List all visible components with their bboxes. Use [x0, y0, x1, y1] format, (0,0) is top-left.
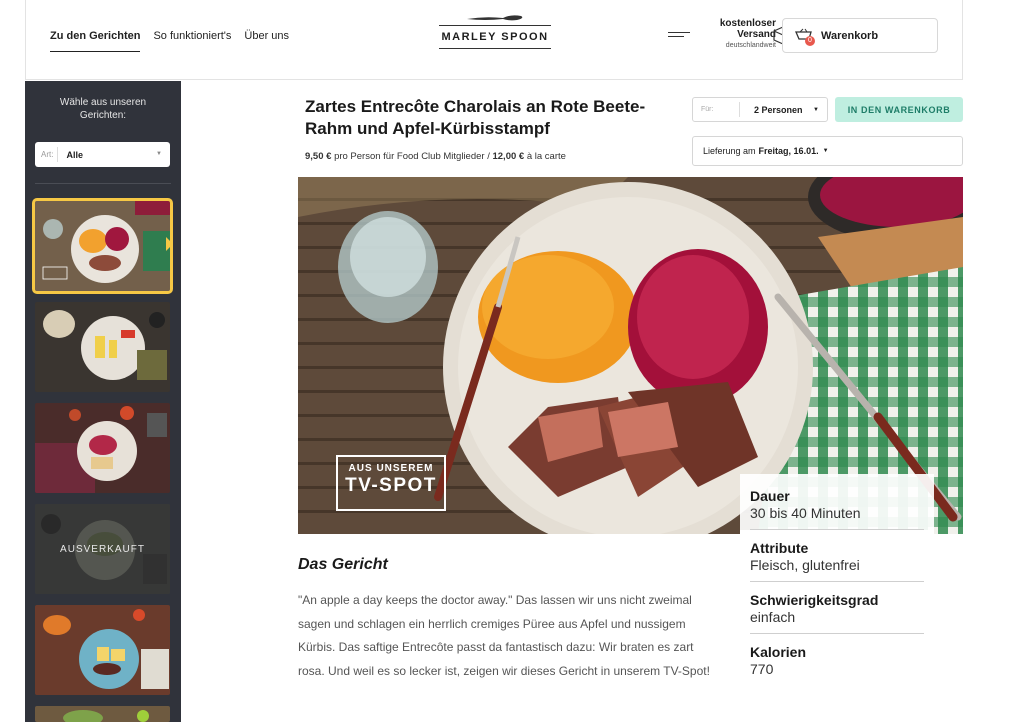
fact-value: einfach [750, 609, 924, 634]
tv-spot-line-1: AUS UNSEREM [348, 463, 434, 474]
free-shipping-badge: kostenloser Versand deutschlandweit [666, 18, 793, 51]
fact-key: Kalorien [750, 644, 807, 660]
recipe-thumb-4[interactable]: AUSVERKAUFT [35, 504, 170, 594]
recipe-facts: Dauer 30 bis 40 Minuten Attribute Fleisc… [740, 474, 934, 685]
recipe-thumb-image [35, 302, 170, 392]
nav-link-about[interactable]: Über uns [244, 30, 289, 52]
recipe-thumb-image [35, 201, 170, 291]
caret-down-icon: ▼ [822, 148, 829, 154]
fact-value: 770 [750, 661, 774, 677]
active-thumb-arrow [166, 237, 173, 251]
fact-value: 30 bis 40 Minuten [750, 505, 924, 530]
recipe-thumb-6[interactable] [35, 706, 170, 722]
category-filter-select[interactable]: Art: Alle ▼ [35, 142, 170, 167]
section-heading: Das Gericht [298, 556, 388, 573]
recipe-thumb-5[interactable] [35, 605, 170, 695]
caret-down-icon: ▼ [156, 151, 162, 157]
tv-spot-line-2: TV-SPOT [345, 475, 437, 496]
add-to-cart-button[interactable]: IN DEN WARENKORB [835, 97, 963, 122]
recipe-thumb-1[interactable] [32, 198, 173, 294]
shipping-line-1: kostenloser [719, 18, 776, 29]
spoon-icon [467, 15, 523, 21]
cart-label: Warenkorb [821, 29, 879, 42]
site-header: Zu den Gerichten So funktioniert's Über … [25, 0, 963, 80]
recipe-thumb-image [35, 403, 170, 493]
recipe-thumb-image [35, 706, 170, 722]
caret-down-icon: ▼ [813, 107, 819, 113]
speed-lines-icon [668, 32, 690, 40]
fact-difficulty: Schwierigkeitsgrad einfach [740, 582, 934, 634]
fact-attributes: Attribute Fleisch, glutenfrei [740, 530, 934, 582]
filter-value: Alle [66, 149, 83, 160]
cart-count-badge: 0 [805, 36, 815, 46]
logo-text: MARLEY SPOON [439, 25, 551, 49]
fact-calories: Kalorien 770 [740, 634, 934, 685]
carte-price-text: à la carte [526, 151, 566, 162]
recipe-thumb-image [35, 605, 170, 695]
fact-key: Attribute [750, 540, 809, 556]
member-price-text: pro Person für Food Club Mitglieder / [334, 151, 490, 162]
fact-duration: Dauer 30 bis 40 Minuten [740, 474, 934, 530]
nav-link-how-it-works[interactable]: So funktioniert's [153, 30, 231, 52]
delivery-value: Freitag, 16.01. [758, 146, 819, 156]
filter-label: Art: [41, 150, 54, 159]
fact-key: Schwierigkeitsgrad [750, 592, 879, 608]
tv-spot-badge: AUS UNSEREM TV-SPOT [336, 455, 446, 511]
recipe-price: 9,50 € pro Person für Food Club Mitglied… [305, 151, 566, 162]
delivery-date-select[interactable]: Lieferung am Freitag, 16.01. ▼ [692, 136, 963, 166]
delivery-label: Lieferung am [703, 146, 756, 156]
persons-value: 2 Personen [754, 104, 803, 115]
carte-price: 12,00 € [492, 151, 525, 162]
recipe-sidebar: Wähle aus unseren Gerichten: Art: Alle ▼ [25, 81, 181, 722]
sold-out-overlay: AUSVERKAUFT [35, 504, 170, 594]
cart-button[interactable]: 0 Warenkorb [782, 18, 938, 53]
persons-select[interactable]: Für: 2 Personen ▼ [692, 97, 828, 122]
recipe-thumb-3[interactable] [35, 403, 170, 493]
recipe-thumb-2[interactable] [35, 302, 170, 392]
fact-key: Dauer [750, 488, 790, 504]
logo[interactable]: MARLEY SPOON [439, 14, 551, 56]
sidebar-hint: Wähle aus unseren Gerichten: [59, 97, 147, 121]
shipping-line-3: deutschlandweit [725, 42, 776, 49]
sidebar-divider [35, 183, 171, 184]
recipe-title: Zartes Entrecôte Charolais an Rote Beete… [305, 97, 646, 138]
main-nav: Zu den Gerichten So funktioniert's Über … [50, 30, 289, 52]
member-price: 9,50 € [305, 151, 332, 162]
persons-label: Für: [701, 106, 714, 113]
nav-link-dishes[interactable]: Zu den Gerichten [50, 30, 141, 52]
fact-value: Fleisch, glutenfrei [750, 557, 924, 582]
recipe-description: "An apple a day keeps the doctor away." … [298, 593, 710, 678]
